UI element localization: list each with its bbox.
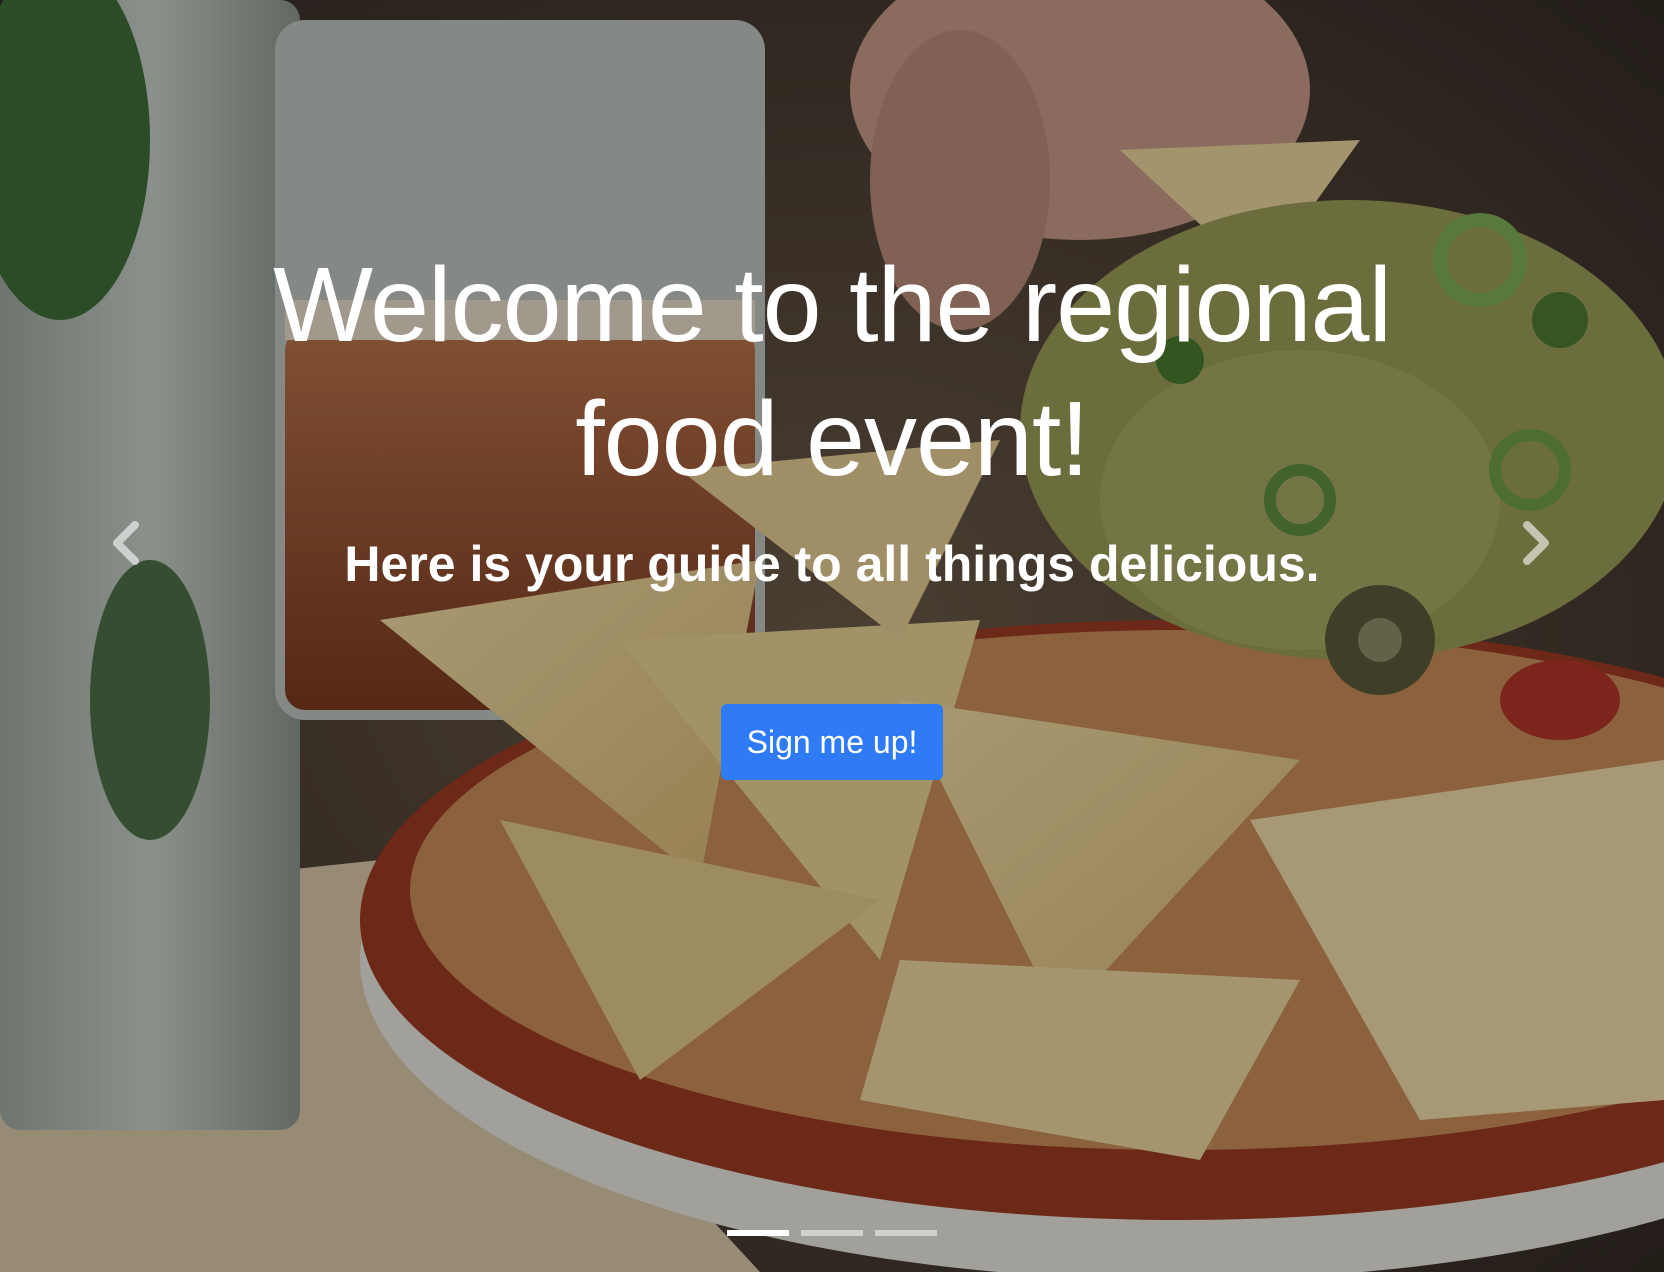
carousel-indicator-3[interactable] — [875, 1230, 937, 1236]
carousel-prev-button[interactable] — [80, 500, 170, 590]
carousel-next-button[interactable] — [1492, 500, 1582, 590]
sign-up-button[interactable]: Sign me up! — [720, 704, 944, 780]
hero-subtitle: Here is your guide to all things delicio… — [344, 536, 1320, 592]
hero-caption: Welcome to the regional food event! Here… — [0, 238, 1664, 780]
hero-carousel: Welcome to the regional food event! Here… — [0, 0, 1664, 1272]
chevron-left-icon — [107, 520, 143, 570]
carousel-indicator-1[interactable] — [727, 1230, 789, 1236]
carousel-indicator-2[interactable] — [801, 1230, 863, 1236]
carousel-indicators — [0, 1230, 1664, 1236]
hero-title: Welcome to the regional food event! — [272, 246, 1392, 498]
chevron-right-icon — [1519, 520, 1555, 570]
